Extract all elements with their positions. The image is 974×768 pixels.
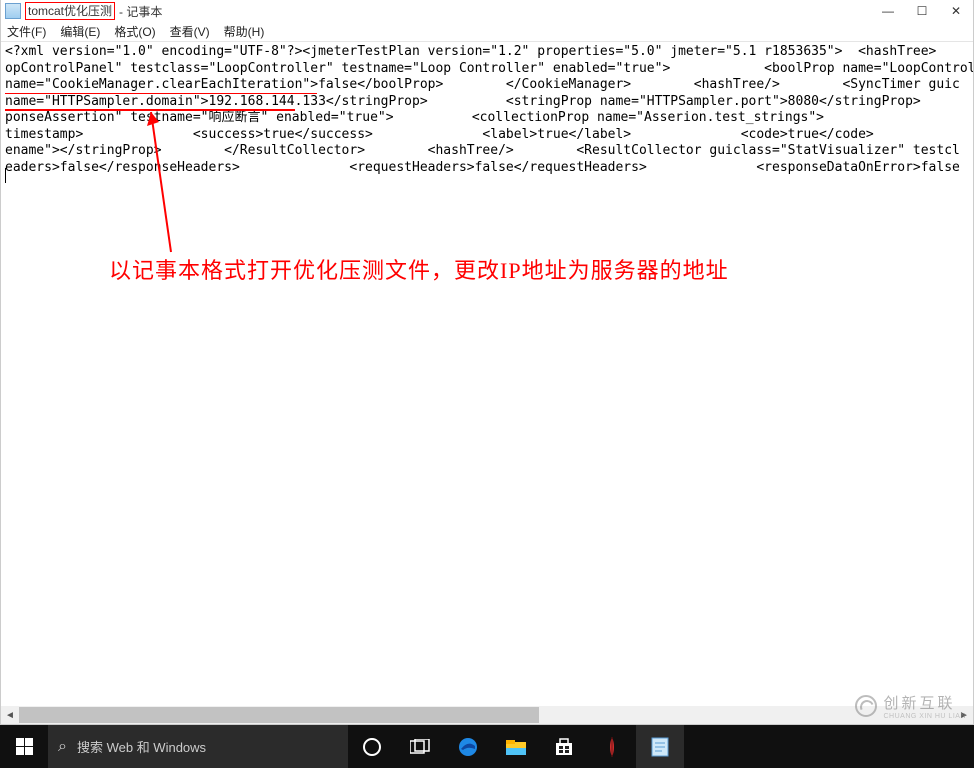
taskbar-app-edge[interactable]: [444, 725, 492, 768]
text-caret: [5, 168, 6, 183]
taskbar-app-store[interactable]: [540, 725, 588, 768]
notepad-window: tomcat优化压测 - 记事本 — ☐ ✕ 文件(F) 编辑(E) 格式(O)…: [0, 0, 974, 725]
cortana-button[interactable]: [348, 725, 396, 768]
taskbar: ⌕ 搜索 Web 和 Windows: [0, 725, 974, 768]
scroll-thumb[interactable]: [19, 707, 539, 723]
notepad-app-icon: [650, 736, 670, 758]
watermark-subtext: CHUANG XIN HU LIAN: [883, 713, 966, 720]
scroll-left-arrow[interactable]: ◄: [1, 706, 19, 724]
windows-logo-icon: [16, 738, 33, 755]
menu-file[interactable]: 文件(F): [7, 23, 46, 40]
search-icon: ⌕: [58, 738, 67, 756]
annotation-underline-1: [5, 93, 317, 95]
store-icon: [554, 737, 574, 757]
task-view-icon: [410, 739, 430, 755]
horizontal-scrollbar[interactable]: ◄ ►: [1, 706, 973, 724]
feather-icon: [602, 735, 622, 759]
text-editor-area[interactable]: <?xml version="1.0" encoding="UTF-8"?><j…: [1, 42, 973, 706]
taskbar-apps: [444, 725, 684, 768]
menu-bar: 文件(F) 编辑(E) 格式(O) 查看(V) 帮助(H): [1, 22, 973, 42]
minimize-button[interactable]: —: [871, 0, 905, 22]
menu-help[interactable]: 帮助(H): [224, 23, 265, 40]
watermark-text: 创新互联: [883, 692, 966, 713]
notepad-icon: [5, 3, 21, 19]
cortana-icon: [363, 738, 381, 756]
search-placeholder: 搜索 Web 和 Windows: [77, 737, 206, 756]
window-title-app: - 记事本: [119, 3, 162, 20]
maximize-button[interactable]: ☐: [905, 0, 939, 22]
watermark-logo-icon: [855, 695, 877, 717]
window-controls: — ☐ ✕: [871, 0, 973, 22]
watermark-text-wrap: 创新互联 CHUANG XIN HU LIAN: [883, 692, 966, 720]
close-button[interactable]: ✕: [939, 0, 973, 22]
taskbar-search[interactable]: ⌕ 搜索 Web 和 Windows: [48, 725, 348, 768]
annotation-text: 以记事本格式打开优化压测文件，更改IP地址为服务器的地址: [109, 253, 729, 285]
scroll-track[interactable]: [19, 706, 955, 724]
start-button[interactable]: [0, 725, 48, 768]
menu-edit[interactable]: 编辑(E): [60, 23, 100, 40]
taskbar-app-explorer[interactable]: [492, 725, 540, 768]
taskbar-app-jmeter[interactable]: [588, 725, 636, 768]
task-view-button[interactable]: [396, 725, 444, 768]
folder-icon: [505, 737, 527, 757]
edge-icon: [457, 736, 479, 758]
taskbar-app-notepad[interactable]: [636, 725, 684, 768]
window-title-filename: tomcat优化压测: [25, 2, 115, 20]
annotation-underline-2: [5, 109, 295, 111]
menu-view[interactable]: 查看(V): [170, 23, 210, 40]
menu-format[interactable]: 格式(O): [114, 23, 155, 40]
title-bar: tomcat优化压测 - 记事本 — ☐ ✕: [1, 0, 973, 22]
watermark: 创新互联 CHUANG XIN HU LIAN: [855, 692, 966, 720]
